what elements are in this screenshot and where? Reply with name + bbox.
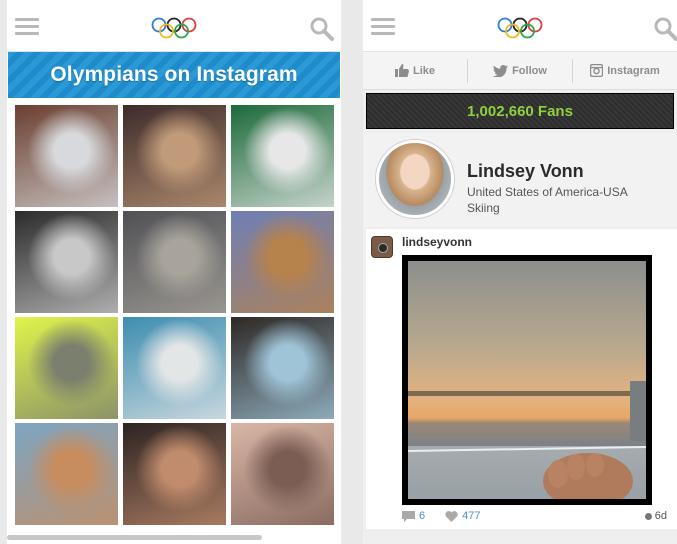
avatar [376,140,454,218]
page-banner: Olympians on Instagram [8,52,340,98]
athlete-profile-header: Lindsey Vonn United States of America-US… [363,133,677,227]
post-photo[interactable] [402,255,652,505]
comment-icon [402,510,415,522]
clock-icon [644,512,652,520]
page-title: Olympians on Instagram [50,63,298,86]
athlete-name: Lindsey Vonn [467,161,584,181]
follow-label: Follow [512,64,547,77]
horizontal-scrollbar[interactable] [7,535,262,540]
top-bar [363,0,677,52]
olympic-rings-logo [151,17,197,39]
follow-button[interactable]: Follow [467,58,572,83]
collage-photo[interactable] [231,211,334,313]
post-age-value: 6d [654,510,667,522]
instagram-camera-icon [371,236,393,258]
comment-count[interactable]: 6 [402,510,425,522]
athlete-pose-photo[interactable] [231,317,334,419]
olympians-feed-screen: Olympians on Instagram [7,0,341,544]
menu-icon[interactable] [15,18,39,36]
jerseys-photo[interactable] [231,105,334,207]
instagram-label: Instagram [607,64,660,77]
athlete-country: United States of America-USA [467,185,628,199]
sneakers-photo[interactable] [15,105,118,207]
wrap-food-photo[interactable] [15,423,118,525]
comment-count-value: 6 [419,510,426,522]
athlete-sport: Skiing [467,201,500,215]
like-label: Like [412,64,435,77]
fan-count: 1,002,660 Fans [467,102,573,120]
knee-photo[interactable] [231,423,334,525]
athlete-profile-screen: Like Follow Instagram 1,002,660 Fans Lin… [363,0,677,544]
post-age: 6d [644,510,667,522]
search-icon[interactable] [653,16,677,42]
instagram-icon [590,64,604,77]
menu-icon[interactable] [371,18,395,36]
athlete-medal-photo[interactable] [123,105,226,207]
search-icon[interactable] [309,16,335,42]
sunset-balcony-image [408,261,646,499]
instagram-post: lindseyvonn 6 477 6d [366,229,677,529]
post-username[interactable]: lindseyvonn [402,235,472,249]
fan-count-banner: 1,002,660 Fans [366,93,674,129]
heart-icon [445,510,458,522]
friends-photo[interactable] [123,423,226,525]
instagram-button[interactable]: Instagram [572,58,677,83]
like-count-value: 477 [462,510,481,522]
like-button[interactable]: Like [363,59,467,83]
twitter-bird-icon [493,64,509,77]
post-stats: 6 477 6d [402,510,667,522]
top-bar [7,0,341,52]
action-bar: Like Follow Instagram [363,52,677,90]
olympic-rings-logo [497,17,543,39]
ballet-photo[interactable] [123,317,226,419]
helmet-selfie-photo[interactable] [15,317,118,419]
gym-training-photo[interactable] [123,211,226,313]
thumbs-up-icon [394,64,409,77]
like-count[interactable]: 477 [445,510,480,522]
gym-bags-photo[interactable] [15,211,118,313]
